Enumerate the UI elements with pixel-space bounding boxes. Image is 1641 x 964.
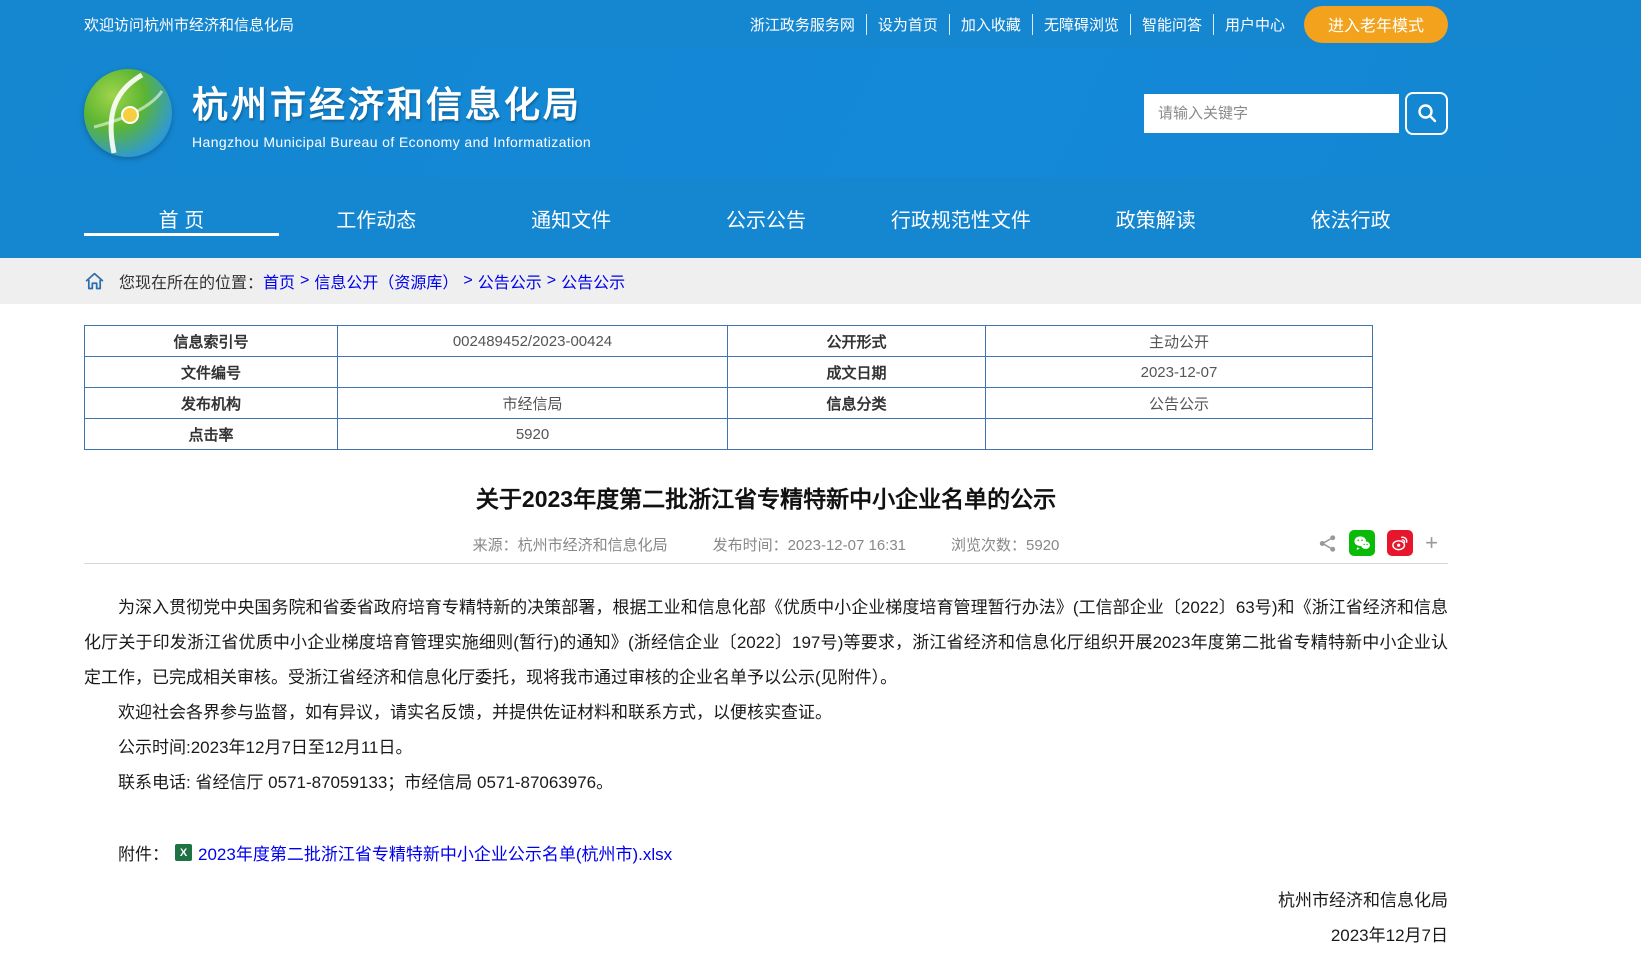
info-label-doc-no: 文件编号 bbox=[84, 356, 338, 388]
topbar-links: 浙江政务服务网 设为首页 加入收藏 无障碍浏览 智能问答 用户中心 进入老年模式 bbox=[739, 5, 1448, 43]
table-row: 信息索引号 002489452/2023-00424 公开形式 主动公开 bbox=[84, 325, 1373, 357]
article-source: 来源：杭州市经济和信息化局 bbox=[472, 537, 668, 554]
nav-item-regulatory-docs[interactable]: 行政规范性文件 bbox=[863, 178, 1058, 258]
weibo-share-icon[interactable] bbox=[1387, 530, 1414, 556]
info-value-date-written: 2023-12-07 bbox=[985, 356, 1373, 388]
content-area: 信息索引号 002489452/2023-00424 公开形式 主动公开 文件编… bbox=[84, 325, 1448, 953]
info-value-issuing-agency: 市经信局 bbox=[337, 387, 728, 419]
nav-item-announcements[interactable]: 公示公告 bbox=[669, 178, 864, 258]
info-label-click-rate: 点击率 bbox=[84, 418, 338, 450]
breadcrumb-current[interactable]: 公告公示 bbox=[561, 269, 625, 293]
info-label-info-category: 信息分类 bbox=[727, 387, 986, 419]
search-input[interactable] bbox=[1144, 93, 1399, 133]
table-row: 文件编号 成文日期 2023-12-07 bbox=[84, 356, 1373, 388]
nav-item-law-based-admin[interactable]: 依法行政 bbox=[1253, 178, 1448, 258]
welcome-text: 欢迎访问杭州市经济和信息化局 bbox=[84, 16, 295, 34]
paragraph-4: 联系电话: 省经信厅 0571-87059133；市经信局 0571-87063… bbox=[118, 773, 614, 792]
site-subtitle: Hangzhou Municipal Bureau of Economy and… bbox=[192, 134, 592, 150]
wechat-share-icon[interactable] bbox=[1349, 530, 1376, 556]
main-nav: 首 页 工作动态 通知文件 公示公告 行政规范性文件 政策解读 依法行政 bbox=[0, 178, 1641, 258]
search-button[interactable] bbox=[1405, 91, 1448, 135]
breadcrumb-separator: > bbox=[463, 272, 473, 289]
info-value-disclosure-form: 主动公开 bbox=[985, 325, 1373, 357]
table-row: 点击率 5920 bbox=[84, 418, 1373, 450]
article-body: 为深入贯彻党中央国务院和省委省政府培育专精特新的决策部署，根据工业和信息化部《优… bbox=[84, 590, 1448, 800]
search-icon bbox=[1417, 104, 1436, 123]
topbar-link-user-center[interactable]: 用户中心 bbox=[1214, 14, 1296, 35]
breadcrumb-announcements[interactable]: 公告公示 bbox=[478, 269, 542, 293]
share-toolbar: + bbox=[1318, 530, 1438, 556]
elder-mode-button[interactable]: 进入老年模式 bbox=[1303, 5, 1448, 43]
topbar-link-accessibility[interactable]: 无障碍浏览 bbox=[1033, 13, 1131, 35]
nav-item-policy-interpretation[interactable]: 政策解读 bbox=[1058, 178, 1253, 258]
nav-item-home[interactable]: 首 页 bbox=[84, 178, 279, 258]
paragraph-3: 公示时间:2023年12月7日至12月11日。 bbox=[118, 738, 413, 757]
page-title: 关于2023年度第二批浙江省专精特新中小企业名单的公示 bbox=[475, 486, 1057, 512]
breadcrumb-home[interactable]: 首页 bbox=[263, 269, 295, 293]
more-share-icon[interactable]: + bbox=[1425, 532, 1438, 554]
article-publish-time: 发布时间：2023-12-07 16:31 bbox=[712, 537, 907, 554]
topbar-link-smart-qa[interactable]: 智能问答 bbox=[1131, 13, 1214, 35]
site-title: 杭州市经济和信息化局 bbox=[192, 84, 583, 125]
info-value-click-rate: 5920 bbox=[337, 418, 728, 450]
paragraph-2: 欢迎社会各界参与监督，如有异议，请实名反馈，并提供佐证材料和联系方式，以便核实查… bbox=[118, 703, 832, 722]
breadcrumb-separator: > bbox=[300, 272, 310, 289]
breadcrumb-bar: 您现在所在的位置： 首页 > 信息公开（资源库） > 公告公示 > 公告公示 bbox=[0, 258, 1641, 304]
signature-date: 2023年12月7日 bbox=[1330, 926, 1448, 945]
search-area bbox=[1144, 91, 1448, 135]
nav-item-notices[interactable]: 通知文件 bbox=[474, 178, 669, 258]
document-info-table: 信息索引号 002489452/2023-00424 公开形式 主动公开 文件编… bbox=[84, 325, 1373, 450]
attachment-row: 附件： X 2023年度第二批浙江省专精特新中小企业公示名单(杭州市).xlsx bbox=[84, 840, 1448, 865]
info-label-disclosure-form: 公开形式 bbox=[727, 325, 986, 357]
info-value-info-category: 公告公示 bbox=[985, 387, 1373, 419]
info-value-doc-no bbox=[337, 356, 728, 388]
site-logo[interactable] bbox=[84, 69, 172, 157]
topbar-link-add-favorite[interactable]: 加入收藏 bbox=[950, 13, 1033, 35]
excel-file-icon: X bbox=[175, 844, 192, 861]
nav-item-work-news[interactable]: 工作动态 bbox=[279, 178, 474, 258]
article-meta: 来源：杭州市经济和信息化局 发布时间：2023-12-07 16:31 浏览次数… bbox=[84, 530, 1448, 564]
paragraph-1: 为深入贯彻党中央国务院和省委省政府培育专精特新的决策部署，根据工业和信息化部《优… bbox=[84, 598, 1448, 687]
logo-swirl-icon bbox=[93, 72, 164, 154]
breadcrumb-separator: > bbox=[546, 272, 557, 289]
attachment-label: 附件： bbox=[118, 845, 169, 864]
signature-agency: 杭州市经济和信息化局 bbox=[1278, 891, 1448, 910]
share-icon[interactable] bbox=[1318, 534, 1337, 553]
info-label-index-no: 信息索引号 bbox=[84, 325, 338, 357]
breadcrumb-prefix: 您现在所在的位置： bbox=[119, 275, 264, 292]
topbar-link-set-homepage[interactable]: 设为首页 bbox=[867, 13, 950, 35]
home-icon[interactable] bbox=[84, 271, 105, 292]
info-label-issuing-agency: 发布机构 bbox=[84, 387, 338, 419]
info-label-empty bbox=[727, 418, 986, 450]
info-label-date-written: 成文日期 bbox=[727, 356, 986, 388]
site-name: 杭州市经济和信息化局 Hangzhou Municipal Bureau of … bbox=[192, 76, 591, 150]
signature-block: 杭州市经济和信息化局 2023年12月7日 bbox=[84, 883, 1448, 953]
table-row: 发布机构 市经信局 信息分类 公告公示 bbox=[84, 387, 1373, 419]
article-views: 浏览次数：5920 bbox=[951, 537, 1060, 554]
topbar-link-zhejiang-gov[interactable]: 浙江政务服务网 bbox=[739, 13, 867, 35]
breadcrumb-info-disclosure[interactable]: 信息公开（资源库） bbox=[314, 269, 458, 293]
attachment-link[interactable]: 2023年度第二批浙江省专精特新中小企业公示名单(杭州市).xlsx bbox=[198, 840, 672, 865]
info-value-empty bbox=[985, 418, 1373, 450]
topbar: 欢迎访问杭州市经济和信息化局 浙江政务服务网 设为首页 加入收藏 无障碍浏览 智… bbox=[0, 0, 1641, 48]
site-header: 杭州市经济和信息化局 Hangzhou Municipal Bureau of … bbox=[0, 48, 1641, 178]
info-value-index-no: 002489452/2023-00424 bbox=[337, 325, 728, 357]
